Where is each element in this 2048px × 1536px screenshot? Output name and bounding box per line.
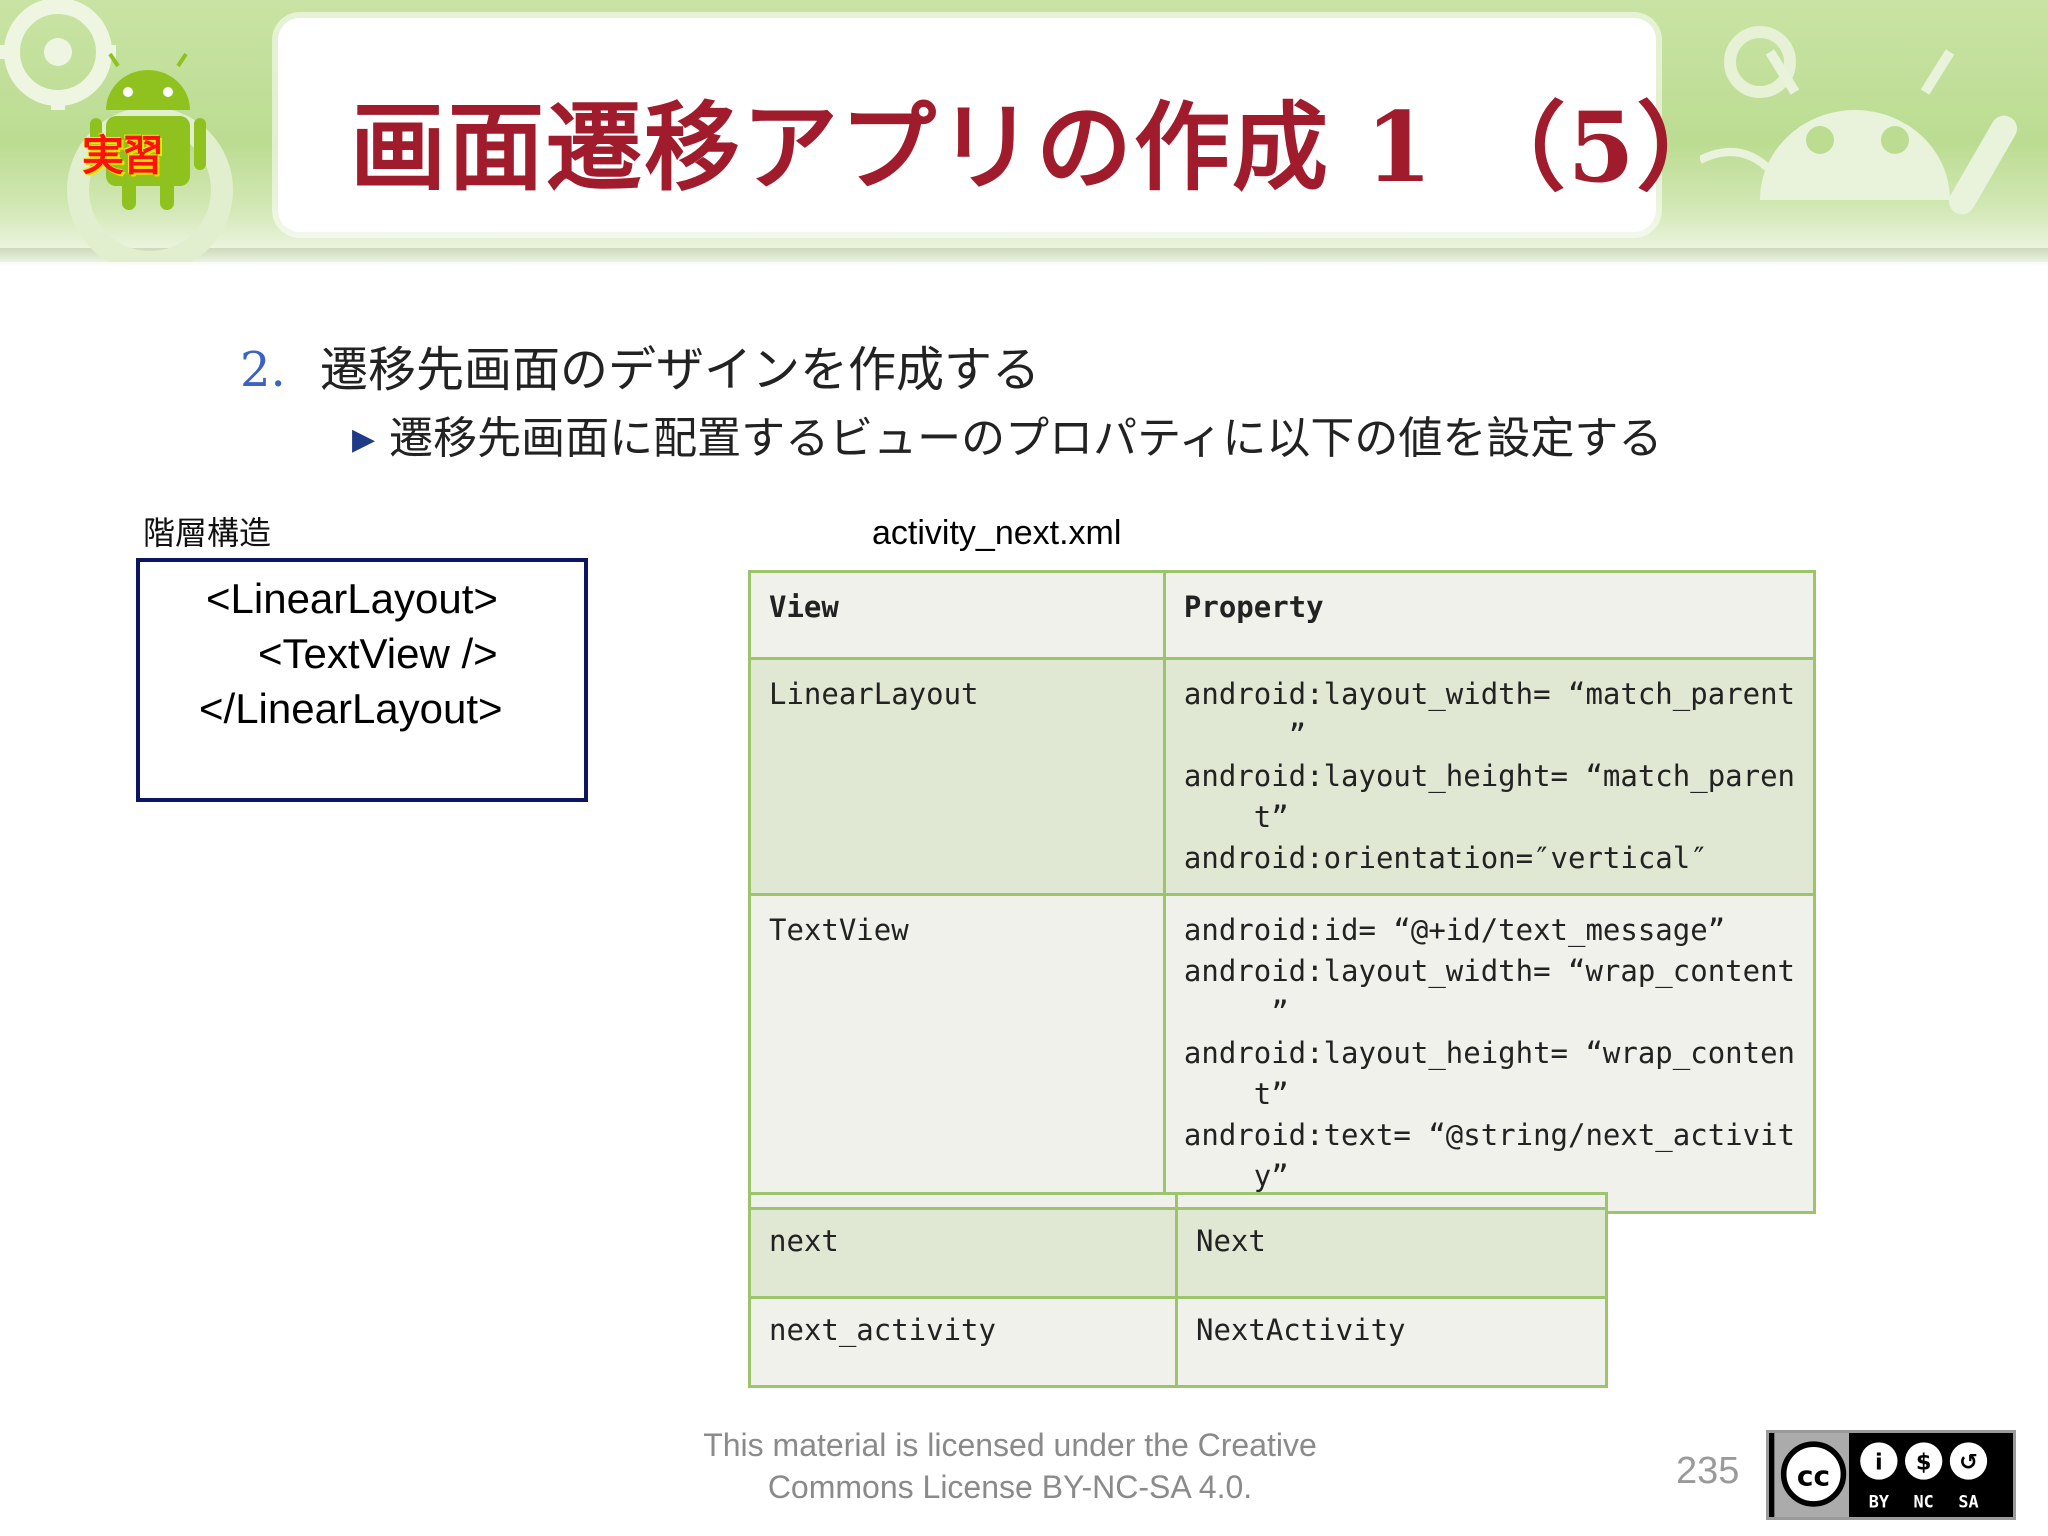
list-item-text: 遷移先画面のデザインを作成する bbox=[320, 342, 1041, 398]
view-cell: LinearLayout bbox=[748, 657, 1166, 896]
table-row: next Next bbox=[748, 1207, 1608, 1299]
svg-text:cc: cc bbox=[1797, 1459, 1830, 1492]
cc-by-label: BY bbox=[1869, 1492, 1890, 1512]
property-cell: android:layout_width= “match_parent ” an… bbox=[1162, 657, 1817, 896]
license-line-1: This material is licensed under the Crea… bbox=[703, 1427, 1317, 1463]
svg-text:$: $ bbox=[1916, 1449, 1932, 1475]
list-number: 2. bbox=[240, 342, 286, 398]
sub-list-item: ▶ 遷移先画面に配置するビューのプロパティに以下の値を設定する bbox=[352, 402, 1662, 466]
svg-text:↺: ↺ bbox=[1959, 1449, 1978, 1475]
hierarchy-line-linearlayout-open: <LinearLayout> bbox=[206, 575, 498, 622]
sub-list-item-text: 遷移先画面に配置するビューのプロパティに以下の値を設定する bbox=[389, 413, 1663, 464]
license-line-2: Commons License BY-NC-SA 4.0. bbox=[767, 1469, 1253, 1505]
empty-cell bbox=[1175, 1192, 1608, 1210]
page-title: 画面遷移アプリの作成 1 （5） bbox=[350, 91, 1735, 204]
cc-nc-label: NC bbox=[1914, 1492, 1934, 1512]
file-name-label: activity_next.xml bbox=[872, 514, 1122, 552]
header-property: Property bbox=[1162, 570, 1817, 660]
string-value-cell: Next bbox=[1175, 1207, 1608, 1299]
page-number: 235 bbox=[1676, 1450, 1740, 1492]
hierarchy-label: 階層構造 bbox=[143, 514, 272, 552]
header-view: View bbox=[748, 570, 1166, 660]
license-text: This material is licensed under the Crea… bbox=[640, 1424, 1380, 1508]
string-name-cell: next_activity bbox=[748, 1296, 1178, 1388]
list-item-step-2: 2. 遷移先画面のデザインを作成する bbox=[240, 330, 1040, 400]
string-table: next Next next_activity NextActivity bbox=[748, 1192, 1608, 1388]
practice-badge: 実習 bbox=[82, 131, 164, 180]
hierarchy-line-textview: <TextView /> bbox=[258, 630, 498, 677]
string-name-cell: next bbox=[748, 1207, 1178, 1299]
bullet-arrow-icon: ▶ bbox=[352, 422, 376, 457]
table-row: next_activity NextActivity bbox=[748, 1296, 1608, 1388]
svg-text:i: i bbox=[1875, 1449, 1883, 1475]
table-row-empty bbox=[748, 1192, 1608, 1210]
table-header-row: View Property bbox=[748, 570, 1817, 660]
view-cell: TextView bbox=[748, 893, 1166, 1214]
cc-license-badge-icon: cc i $ ↺ BY NC SA bbox=[1766, 1430, 2016, 1520]
empty-cell bbox=[748, 1192, 1178, 1210]
cc-sa-label: SA bbox=[1958, 1492, 1978, 1512]
property-cell: android:id= “@+id/text_message” android:… bbox=[1162, 893, 1817, 1214]
hierarchy-line-linearlayout-close: </LinearLayout> bbox=[199, 685, 503, 732]
string-value-cell: NextActivity bbox=[1175, 1296, 1608, 1388]
table-row: LinearLayout android:layout_width= “matc… bbox=[748, 657, 1817, 896]
android-robot-icon bbox=[1700, 26, 2017, 215]
table-row: TextView android:id= “@+id/text_message”… bbox=[748, 893, 1817, 1214]
property-table: View Property LinearLayout android:layou… bbox=[748, 570, 1817, 1214]
